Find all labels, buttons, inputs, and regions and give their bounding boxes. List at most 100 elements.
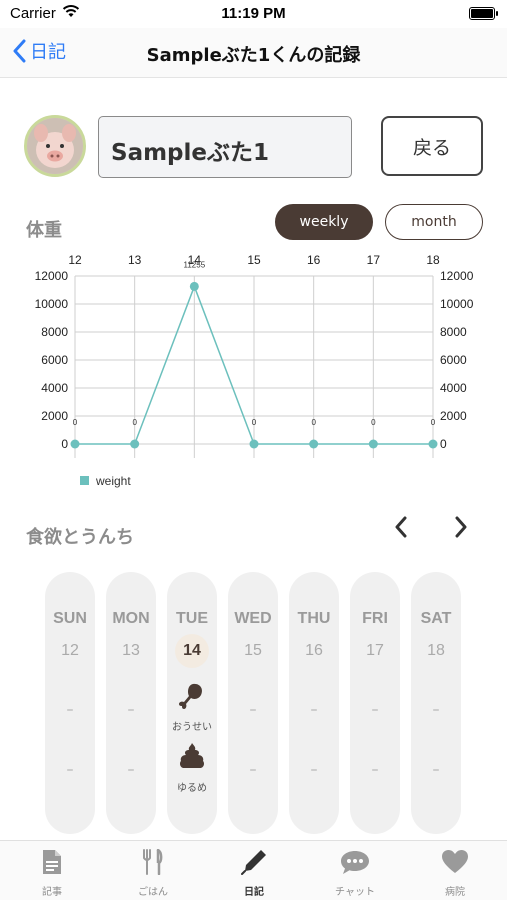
food-status: – [371,702,379,718]
y-tick-label-right: 12000 [440,269,474,283]
avatar [24,115,86,177]
data-point [249,439,259,449]
y-tick-label-right: 0 [440,437,447,451]
pet-name-field[interactable]: Sampleぶた1 [98,116,352,178]
document-icon [43,850,61,874]
day-name: TUE [176,610,208,627]
day-date: 12 [61,642,79,659]
food-status: – [249,702,257,718]
data-point [189,281,199,291]
data-label: 0 [132,418,137,427]
week-calendar: SUN 12 – – MON 13 – – TUE 14 おうせい ゆるめ WE… [45,572,465,834]
next-week-button[interactable] [446,512,476,542]
tab-chat[interactable]: チャット [305,849,405,898]
previous-week-button[interactable] [386,512,416,542]
data-point [130,439,140,449]
tab-label: ごはん [138,887,168,898]
month-toggle-button[interactable]: month [385,204,483,240]
day-column-mon[interactable]: MON 13 – – [106,572,156,834]
day-name: FRI [362,610,388,627]
food-status: おうせい [172,722,212,733]
data-label: 11255 [184,260,206,269]
chevron-left-icon [395,516,407,538]
chevron-right-icon [455,516,467,538]
y-tick-label-right: 8000 [440,325,467,339]
y-tick-label-left: 2000 [41,409,68,423]
tab-bar: 記事 ごはん 日記 チャット 病院 [0,840,507,900]
poop-status: – [66,762,74,778]
data-label: 0 [252,418,257,427]
poop-icon [180,743,204,768]
status-bar: Carrier 11:19 PM [0,0,507,28]
data-point [309,439,319,449]
day-date: 13 [122,642,140,659]
food-status: – [310,702,318,718]
day-date: 15 [244,642,262,659]
day-column-sun[interactable]: SUN 12 – – [45,572,95,834]
poop-status: – [432,762,440,778]
x-tick-label: 13 [128,253,142,267]
x-tick-label: 17 [367,253,381,267]
day-name: WED [234,610,272,627]
day-name: THU [297,610,331,627]
appetite-section-title: 食欲とうんち [26,527,134,548]
day-column-tue[interactable]: TUE 14 おうせい ゆるめ [167,572,217,834]
day-column-sat[interactable]: SAT 18 – – [411,572,461,834]
x-tick-label: 15 [247,253,261,267]
data-label: 0 [73,418,78,427]
day-date-selected: 14 [175,634,209,668]
tab-food[interactable]: ごはん [103,848,203,898]
battery-icon [469,7,498,20]
day-date: 18 [427,642,445,659]
day-column-wed[interactable]: WED 15 – – [228,572,278,834]
poop-status: – [310,762,318,778]
day-name: MON [112,610,150,627]
y-tick-label-left: 4000 [41,381,68,395]
day-name: SAT [420,610,452,627]
poop-status: ゆるめ [177,783,207,794]
weekly-toggle-button[interactable]: weekly [275,204,373,240]
meat-drumstick-icon [179,683,203,709]
day-column-fri[interactable]: FRI 17 – – [350,572,400,834]
x-tick-label: 12 [68,253,82,267]
y-tick-label-left: 8000 [41,325,68,339]
y-tick-label-right: 6000 [440,353,467,367]
chat-bubble-icon [341,851,369,874]
day-name: SUN [53,610,87,627]
food-status: – [127,702,135,718]
return-button[interactable]: 戻る [381,116,483,176]
page-title: Sampleぶた1くんの記録 [146,45,361,66]
tab-label: 日記 [244,887,264,898]
day-date: 16 [305,642,323,659]
tab-label: 病院 [445,887,465,898]
food-status: – [66,702,74,718]
tab-hospital[interactable]: 病院 [405,849,505,898]
tab-articles[interactable]: 記事 [2,849,102,898]
x-tick-label: 18 [426,253,440,267]
clock: 11:19 PM [221,5,286,22]
y-tick-label-right: 10000 [440,297,474,311]
data-label: 0 [431,418,436,427]
x-tick-label: 16 [307,253,321,267]
y-tick-label-left: 10000 [35,297,69,311]
y-tick-label-left: 0 [61,437,68,451]
data-label: 0 [371,418,376,427]
navigation-bar: 日記 Sampleぶた1くんの記録 [0,28,507,78]
pig-photo [27,118,83,174]
heart-icon [442,850,468,873]
poop-status: – [127,762,135,778]
data-point [368,439,378,449]
tab-diary[interactable]: 日記 [204,849,304,898]
weight-chart: 0 0 2000 2000 4000 4000 6000 6000 8000 8000 10000 1… [35,253,474,488]
poop-status: – [249,762,257,778]
food-status: – [432,702,440,718]
day-column-thu[interactable]: THU 16 – – [289,572,339,834]
weight-section-title: 体重 [26,220,62,241]
day-date: 17 [366,642,384,659]
fork-knife-icon [143,848,163,876]
pen-icon [241,850,266,875]
y-tick-label-right: 2000 [440,409,467,423]
data-label: 0 [311,418,316,427]
legend-swatch [80,476,89,485]
legend-label: weight [95,474,131,488]
